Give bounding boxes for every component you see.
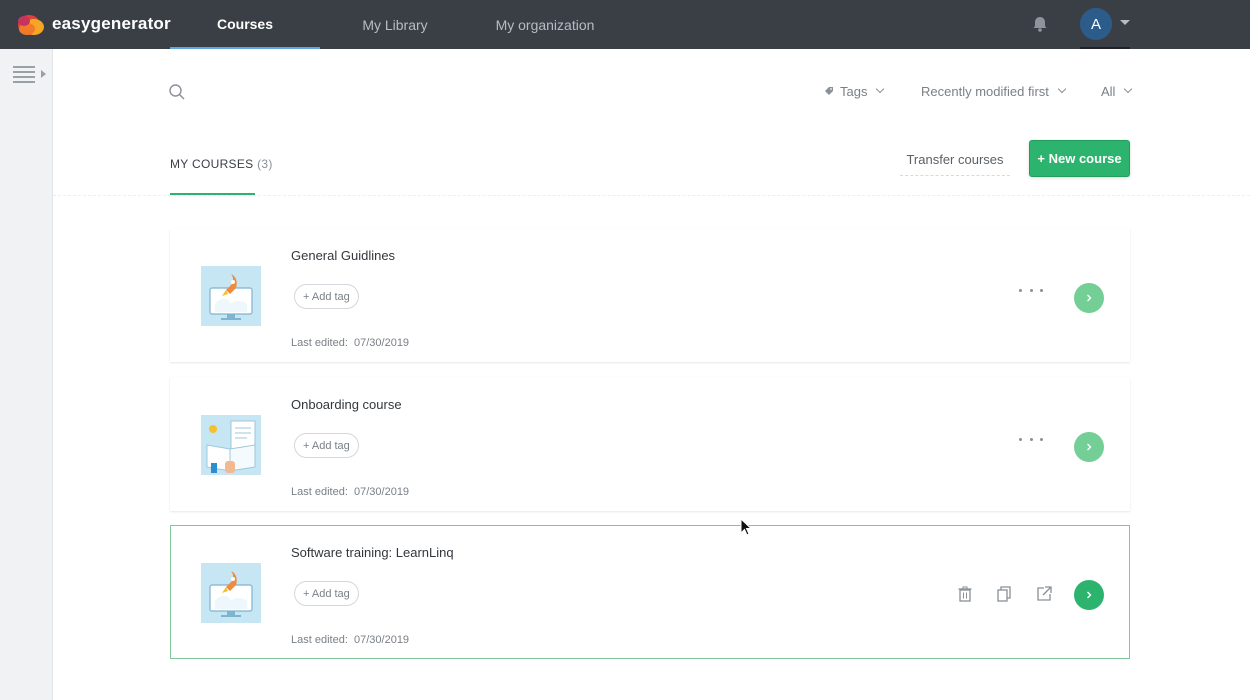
trash-icon[interactable] <box>956 585 974 603</box>
last-edited-date: 07/30/2019 <box>354 634 410 646</box>
open-course-button[interactable] <box>1074 432 1104 462</box>
logo-icon <box>16 11 46 37</box>
nav-tab-label: My organization <box>495 16 595 33</box>
nav-tab-label: Courses <box>216 15 274 32</box>
arrow-right-icon <box>1087 443 1092 451</box>
tags-filter[interactable]: Tags <box>824 82 885 100</box>
section-title: MY COURSES <box>170 157 254 171</box>
share-icon[interactable] <box>1035 585 1053 603</box>
course-thumbnail <box>201 415 261 475</box>
left-sidebar <box>0 49 53 700</box>
arrow-right-icon <box>1087 591 1092 599</box>
last-edited-date: 07/30/2019 <box>354 337 410 349</box>
nav-tab-courses[interactable]: Courses <box>170 0 320 49</box>
app-logo[interactable]: easygenerator <box>16 10 171 38</box>
logo-text: easygenerator <box>52 14 171 33</box>
avatar[interactable]: A <box>1080 8 1112 40</box>
sort-dropdown[interactable]: Recently modified first <box>921 82 1067 100</box>
add-tag-label: + Add tag <box>303 290 350 303</box>
more-options-icon[interactable] <box>1019 285 1043 295</box>
last-edited: Last edited: 07/30/2019 <box>291 634 409 646</box>
add-tag-button[interactable]: + Add tag <box>294 433 359 458</box>
last-edited: Last edited: 07/30/2019 <box>291 486 409 498</box>
avatar-initial: A <box>1090 15 1101 33</box>
scope-dropdown-label: All <box>1101 83 1116 99</box>
course-title[interactable]: Software training: LearnLinq <box>291 545 454 560</box>
rocket-computer-icon <box>201 266 261 326</box>
tag-icon <box>824 84 834 99</box>
course-card[interactable]: General Guidlines + Add tag Last edited:… <box>170 228 1130 362</box>
bell-icon[interactable] <box>1031 15 1049 33</box>
tags-filter-label: Tags <box>840 83 868 99</box>
search-icon[interactable] <box>168 83 186 101</box>
add-tag-label: + Add tag <box>303 587 350 600</box>
sort-dropdown-label: Recently modified first <box>921 83 1049 99</box>
chevron-down-icon[interactable] <box>1120 20 1130 25</box>
course-card[interactable]: Onboarding course + Add tag Last edited:… <box>170 377 1130 511</box>
chevron-down-icon <box>1124 84 1133 94</box>
add-tag-button[interactable]: + Add tag <box>294 581 359 606</box>
new-course-label: + New course <box>1037 151 1122 166</box>
course-thumbnail <box>201 266 261 326</box>
book-documents-icon <box>201 415 261 475</box>
arrow-right-icon <box>1087 294 1092 302</box>
copy-icon[interactable] <box>995 585 1013 603</box>
hamburger-icon[interactable] <box>13 64 47 86</box>
rocket-computer-icon <box>201 563 261 623</box>
last-edited: Last edited: 07/30/2019 <box>291 337 409 349</box>
chevron-down-icon <box>876 84 885 94</box>
course-title[interactable]: Onboarding course <box>291 397 402 412</box>
last-edited-date: 07/30/2019 <box>354 486 410 498</box>
open-course-button[interactable] <box>1074 580 1104 610</box>
last-edited-label: Last edited: <box>291 634 348 646</box>
last-edited-label: Last edited: <box>291 337 348 349</box>
transfer-courses-label: Transfer courses <box>906 152 1004 167</box>
more-options-icon[interactable] <box>1019 434 1043 444</box>
nav-tab-my-library[interactable]: My Library <box>345 0 445 49</box>
course-card[interactable]: Software training: LearnLinq + Add tag L… <box>170 525 1130 659</box>
new-course-button[interactable]: + New course <box>1029 140 1130 177</box>
course-title[interactable]: General Guidlines <box>291 248 395 263</box>
add-tag-label: + Add tag <box>303 439 350 452</box>
top-navigation-bar: easygenerator Courses My Library My orga… <box>0 0 1250 49</box>
last-edited-label: Last edited: <box>291 486 348 498</box>
chevron-down-icon <box>1057 84 1067 94</box>
scope-dropdown[interactable]: All <box>1101 82 1133 100</box>
add-tag-button[interactable]: + Add tag <box>294 284 359 309</box>
course-thumbnail <box>201 563 261 623</box>
transfer-courses-button[interactable]: Transfer courses <box>900 144 1010 176</box>
nav-tab-my-organization[interactable]: My organization <box>485 0 605 49</box>
avatar-underline <box>1080 47 1130 49</box>
open-course-button[interactable] <box>1074 283 1104 313</box>
mouse-cursor-icon <box>740 517 754 538</box>
divider <box>53 195 1250 196</box>
course-count: (3) <box>257 157 273 171</box>
section-tab-my-courses[interactable]: MY COURSES (3) <box>170 157 273 171</box>
nav-tab-label: My Library <box>362 16 428 33</box>
